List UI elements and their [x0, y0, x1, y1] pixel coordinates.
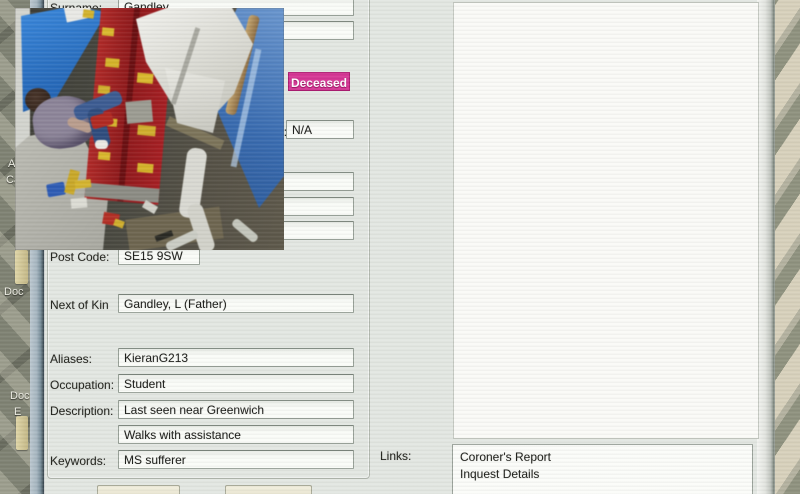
- description-label: Description:: [50, 404, 113, 418]
- link-coroners-report[interactable]: Coroner's Report: [460, 449, 752, 466]
- folder-icon[interactable]: [16, 416, 28, 450]
- photo-bench-tag: [102, 27, 115, 36]
- risk-category-badge: Deceased: [288, 72, 350, 91]
- keywords-input[interactable]: MS sufferer: [118, 450, 354, 469]
- bottom-button-right[interactable]: [225, 485, 312, 494]
- sexual-orientation-input[interactable]: N/A: [286, 120, 354, 139]
- links-label: Links:: [380, 449, 411, 463]
- bottom-button-left[interactable]: [97, 485, 180, 494]
- description-line1-input[interactable]: Last seen near Greenwich: [118, 400, 354, 419]
- folder-icon[interactable]: [15, 250, 28, 284]
- case-record-screen: Arc Cas Doc Doc E Surname: Gandley Foren…: [0, 0, 800, 494]
- link-inquest-details[interactable]: Inquest Details: [460, 466, 752, 483]
- next-of-kin-input[interactable]: Gandley, L (Father): [118, 294, 354, 313]
- photo-bench-grey-patch: [125, 100, 153, 124]
- photo-bench-tag: [137, 125, 156, 137]
- desktop-icon-label[interactable]: Doc: [10, 390, 30, 402]
- photo-panel: [453, 2, 759, 439]
- photo-yellow-scrap: [82, 9, 94, 18]
- photo-scene: [15, 8, 284, 250]
- desktop-background-right: [775, 0, 800, 494]
- case-photo[interactable]: [15, 8, 284, 250]
- links-box: Coroner's Report Inquest Details: [452, 444, 753, 494]
- desktop-icon-label[interactable]: E: [14, 406, 21, 418]
- photo-debris-yellow: [113, 219, 125, 229]
- photo-person-shoe: [95, 140, 108, 149]
- next-of-kin-label: Next of Kin: [50, 298, 109, 312]
- occupation-input[interactable]: Student: [118, 374, 354, 393]
- photo-bench-tag: [137, 73, 154, 84]
- photo-debris-yellow: [75, 179, 92, 189]
- postcode-label: Post Code:: [50, 250, 109, 264]
- photo-bench-tag: [137, 163, 154, 173]
- desktop-icon-label[interactable]: Doc: [4, 286, 24, 298]
- keywords-label: Keywords:: [50, 454, 106, 468]
- photo-debris-white: [71, 197, 88, 208]
- window-right-border: [757, 0, 775, 494]
- photo-bench-tag: [105, 58, 120, 68]
- description-line2-input[interactable]: Walks with assistance: [118, 425, 354, 444]
- aliases-input[interactable]: KieranG213: [118, 348, 354, 367]
- aliases-label: Aliases:: [50, 352, 92, 366]
- photo-bench-tag: [98, 151, 111, 160]
- occupation-label: Occupation:: [50, 378, 114, 392]
- photo-ribbon: [231, 217, 260, 243]
